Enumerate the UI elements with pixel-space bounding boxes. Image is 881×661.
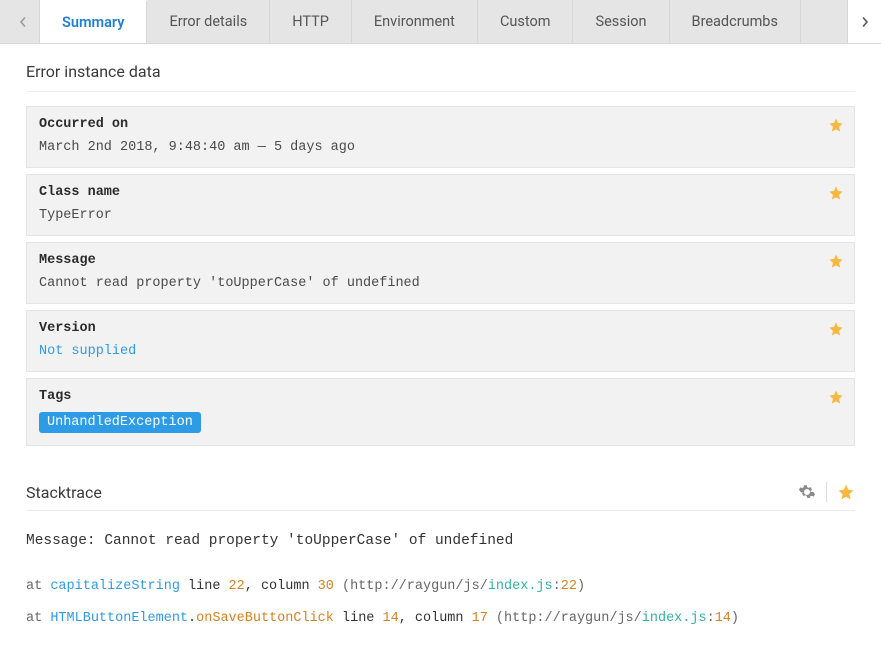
gear-icon (798, 483, 816, 501)
field-label: Occurred on (39, 117, 842, 132)
star-toggle[interactable] (837, 483, 855, 501)
star-toggle[interactable] (828, 321, 844, 337)
field-label: Class name (39, 185, 842, 200)
url-close: ) (577, 579, 585, 594)
star-icon (828, 253, 844, 269)
line-number: 14 (383, 611, 399, 626)
line-keyword: line (180, 579, 229, 594)
tab-label: Environment (374, 13, 455, 30)
field-value: March 2nd 2018, 9:48:40 am — 5 days ago (39, 140, 842, 155)
tags-container: UnhandledException (39, 412, 842, 433)
tabs-scroll-left[interactable] (6, 0, 40, 43)
file-name[interactable]: index.js (642, 611, 707, 626)
tab-bar: Summary Error details HTTP Environment C… (0, 0, 881, 44)
field-message: Message Cannot read property 'toUpperCas… (26, 242, 855, 304)
col-number: 17 (472, 611, 488, 626)
sep: : (707, 611, 715, 626)
function-name[interactable]: capitalizeString (50, 579, 180, 594)
tab-custom[interactable]: Custom (478, 0, 574, 43)
at-keyword: at (26, 611, 50, 626)
star-icon (828, 185, 844, 201)
tab-summary[interactable]: Summary (40, 0, 147, 43)
tab-session[interactable]: Session (573, 0, 669, 43)
field-value[interactable]: Not supplied (39, 344, 842, 359)
star-icon (837, 483, 855, 501)
star-toggle[interactable] (828, 185, 844, 201)
section-head-stacktrace: Stacktrace (26, 482, 855, 511)
message-prefix: Message: (26, 533, 104, 549)
tab-environment[interactable]: Environment (352, 0, 478, 43)
tab-breadcrumbs[interactable]: Breadcrumbs (670, 0, 801, 43)
tab-label: Custom (500, 13, 551, 30)
dot: . (188, 611, 196, 626)
tag-pill[interactable]: UnhandledException (39, 412, 201, 433)
field-label: Message (39, 253, 842, 268)
star-toggle[interactable] (828, 389, 844, 405)
message-text: Cannot read property 'toUpperCase' of un… (104, 533, 513, 549)
field-value: Cannot read property 'toUpperCase' of un… (39, 276, 842, 291)
url-close: ) (731, 611, 739, 626)
tab-label: Error details (169, 13, 247, 30)
stack-frame: at HTMLButtonElement.onSaveButtonClick l… (26, 609, 855, 629)
col-keyword: , column (245, 579, 318, 594)
chevron-right-icon (860, 17, 870, 27)
tab-label: Summary (62, 14, 124, 31)
chevron-left-icon (18, 17, 28, 27)
url-open: (http://raygun/js/ (334, 579, 488, 594)
field-version: Version Not supplied (26, 310, 855, 372)
field-value: TypeError (39, 208, 842, 223)
tab-label: Session (595, 13, 646, 30)
line-keyword: line (334, 611, 383, 626)
file-line: 14 (715, 611, 731, 626)
star-icon (828, 389, 844, 405)
tab-http[interactable]: HTTP (270, 0, 352, 43)
url-open: (http://raygun/js/ (488, 611, 642, 626)
line-number: 22 (229, 579, 245, 594)
method-name[interactable]: onSaveButtonClick (196, 611, 334, 626)
settings-button[interactable] (798, 483, 816, 501)
field-tags: Tags UnhandledException (26, 378, 855, 446)
class-name[interactable]: HTMLButtonElement (50, 611, 188, 626)
star-toggle[interactable] (828, 117, 844, 133)
field-label: Version (39, 321, 842, 336)
col-number: 30 (318, 579, 334, 594)
field-class-name: Class name TypeError (26, 174, 855, 236)
tab-label: Breadcrumbs (692, 13, 778, 30)
divider (826, 482, 827, 502)
tabs-scroll-right[interactable] (847, 0, 881, 43)
file-name[interactable]: index.js (488, 579, 553, 594)
tab-error-details[interactable]: Error details (147, 0, 270, 43)
section-title-instance: Error instance data (26, 62, 855, 92)
star-toggle[interactable] (828, 253, 844, 269)
file-line: 22 (561, 579, 577, 594)
star-icon (828, 117, 844, 133)
star-icon (828, 321, 844, 337)
at-keyword: at (26, 579, 50, 594)
tab-label: HTTP (292, 13, 329, 30)
sep: : (553, 579, 561, 594)
field-occurred-on: Occurred on March 2nd 2018, 9:48:40 am —… (26, 106, 855, 168)
section-title-stacktrace: Stacktrace (26, 483, 102, 502)
stacktrace-message: Message: Cannot read property 'toUpperCa… (26, 531, 855, 553)
col-keyword: , column (399, 611, 472, 626)
field-label: Tags (39, 389, 842, 404)
